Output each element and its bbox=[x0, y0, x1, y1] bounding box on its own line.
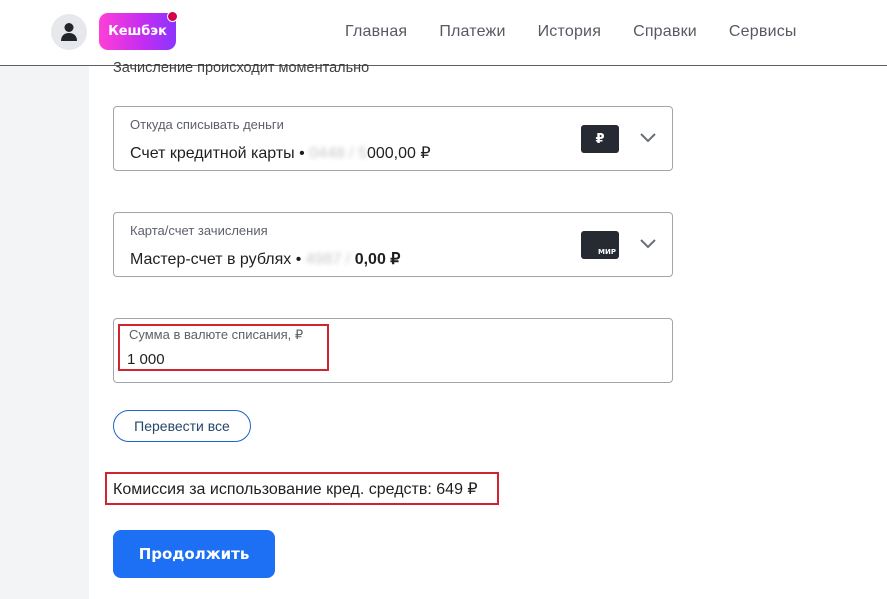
cashback-label: Кешбэк bbox=[108, 24, 167, 39]
nav-item-services[interactable]: Сервисы bbox=[729, 23, 797, 41]
to-account-masked-number: 4987 / bbox=[305, 251, 351, 268]
continue-button[interactable]: Продолжить bbox=[113, 530, 275, 578]
to-account-name: Мастер-счет в рублях • bbox=[130, 251, 302, 268]
nav-item-main[interactable]: Главная bbox=[345, 23, 407, 41]
user-icon bbox=[61, 23, 77, 41]
to-account-balance: 0,00 ₽ bbox=[354, 251, 401, 268]
from-account-balance: 000,00 ₽ bbox=[366, 145, 431, 162]
from-account-name: Счет кредитной карты • bbox=[130, 145, 305, 162]
transfer-all-button[interactable]: Перевести все bbox=[113, 410, 251, 442]
transfer-subtitle: Зачисление происходит моментально bbox=[113, 60, 370, 76]
from-account-value: Счет кредитной карты • 0448 / 5000,00 ₽ bbox=[130, 143, 431, 163]
notification-dot bbox=[167, 11, 178, 22]
nav-item-payments[interactable]: Платежи bbox=[439, 23, 505, 41]
left-gutter bbox=[0, 66, 89, 599]
from-account-masked-balance: 5 bbox=[358, 145, 367, 162]
to-account-select[interactable]: Карта/счет зачисления Мастер-счет в рубл… bbox=[113, 212, 673, 277]
top-header: Кешбэк Главная Платежи История Справки С… bbox=[0, 0, 887, 66]
chevron-down-icon[interactable] bbox=[639, 132, 657, 144]
chevron-down-icon[interactable] bbox=[639, 238, 657, 250]
from-account-label: Откуда списывать деньги bbox=[130, 117, 284, 132]
from-account-select[interactable]: Откуда списывать деньги Счет кредитной к… bbox=[113, 106, 673, 171]
cashback-button[interactable]: Кешбэк bbox=[99, 11, 178, 50]
profile-avatar[interactable] bbox=[51, 14, 87, 50]
to-account-value: Мастер-счет в рублях • 4987 / 0,00 ₽ bbox=[130, 249, 400, 269]
main-nav: Главная Платежи История Справки Сервисы bbox=[345, 23, 797, 41]
amount-highlight-box bbox=[118, 324, 329, 371]
commission-highlight-box bbox=[105, 472, 499, 505]
to-account-label: Карта/счет зачисления bbox=[130, 223, 268, 238]
ruble-account-icon: ₽ bbox=[581, 125, 619, 153]
mir-card-icon: МИР bbox=[581, 231, 619, 259]
from-account-masked-number: 0448 / bbox=[309, 145, 354, 162]
nav-item-certificates[interactable]: Справки bbox=[633, 23, 697, 41]
nav-item-history[interactable]: История bbox=[538, 23, 601, 41]
